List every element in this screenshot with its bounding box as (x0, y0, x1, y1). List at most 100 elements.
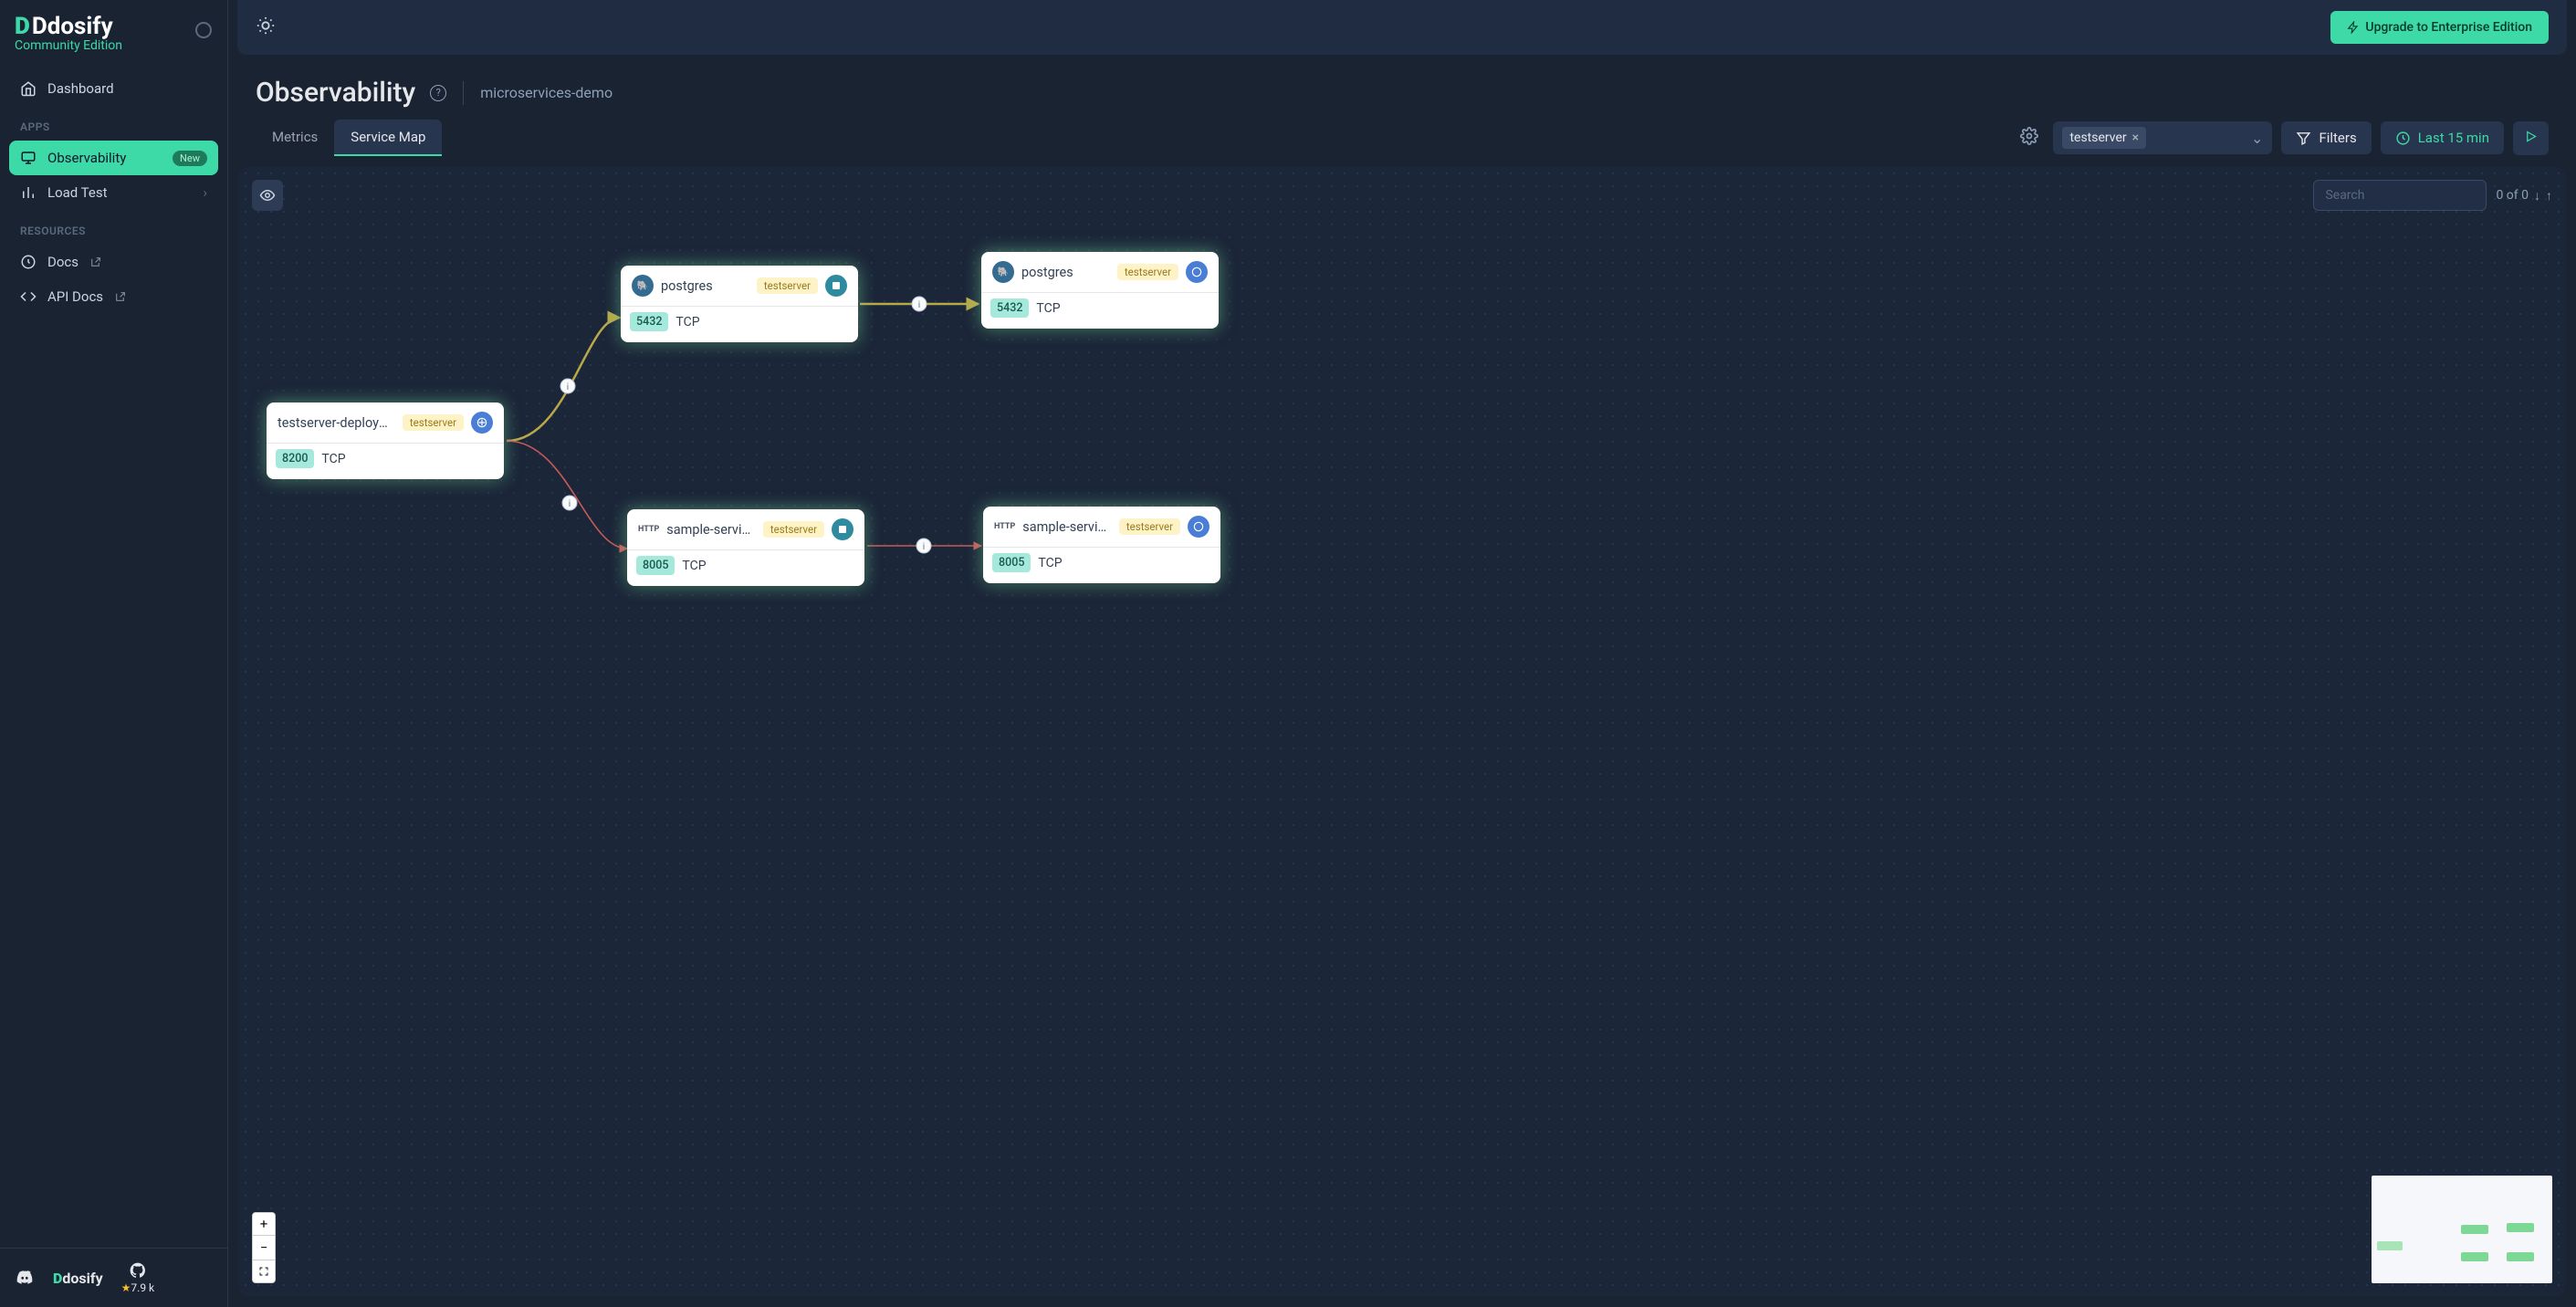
arrow-down-icon[interactable]: ↓ (2534, 188, 2540, 204)
node-namespace: testserver (403, 414, 464, 431)
nav: Dashboard APPS Observability New Load Te… (0, 60, 227, 1248)
arrow-up-icon[interactable]: ↑ (2546, 188, 2552, 204)
brand-edition: Community Edition (15, 38, 213, 53)
settings-button[interactable] (2015, 121, 2044, 154)
time-range-button[interactable]: Last 15 min (2381, 121, 2504, 154)
github-icon (129, 1261, 147, 1280)
footer-logo[interactable]: Ddosify (53, 1270, 103, 1287)
nav-docs[interactable]: Docs (9, 245, 218, 279)
namespace-select[interactable]: testserver × ⌄ (2053, 121, 2272, 154)
brand-name: Ddosify (32, 13, 113, 40)
node-sample-service-1[interactable]: HTTP sample-service-curr... testserver 8… (627, 509, 864, 586)
svg-text:i: i (567, 382, 569, 392)
github-stars: 7.9 k (131, 1281, 154, 1294)
nav-dashboard-label: Dashboard (47, 80, 114, 97)
page-header: Observability ? microservices-demo (228, 55, 2576, 116)
time-range-label: Last 15 min (2418, 130, 2489, 146)
theme-toggle[interactable] (256, 16, 276, 39)
external-link-icon (89, 256, 101, 268)
node-title: postgres (1021, 265, 1110, 280)
service-icon (832, 518, 853, 540)
clock-icon (2395, 131, 2411, 146)
zoom-in-button[interactable]: + (252, 1212, 276, 1236)
node-port: 8005 (992, 553, 1031, 572)
chevron-down-icon: ⌄ (2251, 130, 2263, 147)
node-protocol: TCP (1038, 556, 1062, 570)
upgrade-label: Upgrade to Enterprise Edition (2365, 20, 2532, 35)
status-indicator-icon (195, 22, 212, 38)
tabs: Metrics Service Map (256, 120, 442, 156)
nav-section-apps: APPS (9, 106, 218, 141)
http-icon: HTTP (994, 522, 1015, 531)
namespace-chip-label: testserver (2069, 131, 2126, 145)
book-icon (20, 254, 37, 270)
node-protocol: TCP (682, 559, 706, 573)
controls-bar: Metrics Service Map testserver × ⌄ Filte… (228, 116, 2576, 167)
node-title: testserver-deployme... (277, 415, 395, 431)
nav-api-docs-label: API Docs (47, 288, 103, 305)
node-namespace: testserver (1119, 518, 1180, 535)
nav-api-docs[interactable]: API Docs (9, 279, 218, 314)
external-link-icon (114, 291, 126, 303)
minimap[interactable] (2372, 1176, 2552, 1283)
chevron-right-icon: › (203, 184, 207, 201)
graph-layer: i i i i testserver-d (239, 167, 2565, 1296)
graph-edges: i i i i (239, 167, 2565, 1296)
badge-new: New (173, 151, 207, 166)
node-testserver-deployment[interactable]: testserver-deployme... testserver 8200 T… (267, 403, 504, 479)
breadcrumb: microservices-demo (480, 84, 613, 101)
search-counter: 0 of 0 ↓ ↑ (2496, 188, 2552, 204)
discord-icon[interactable] (15, 1268, 35, 1288)
nav-observability[interactable]: Observability New (9, 141, 218, 175)
node-port: 8005 (636, 556, 675, 575)
sidebar: DDdosify Community Edition Dashboard APP… (0, 0, 228, 1307)
zoom-controls: + − (252, 1212, 276, 1283)
node-port: 5432 (630, 312, 668, 331)
topbar: Upgrade to Enterprise Edition (237, 0, 2567, 55)
sun-icon (256, 16, 276, 36)
brand-logo: DDdosify (15, 13, 213, 40)
node-title: postgres (661, 278, 749, 294)
nav-load-test[interactable]: Load Test › (9, 175, 218, 210)
nav-observability-label: Observability (47, 150, 126, 166)
sidebar-footer: Ddosify ★7.9 k (0, 1248, 227, 1307)
nav-load-test-label: Load Test (47, 184, 108, 201)
tab-metrics[interactable]: Metrics (256, 120, 334, 156)
refresh-button[interactable] (2513, 121, 2549, 155)
service-map-canvas[interactable]: 0 of 0 ↓ ↑ i (239, 167, 2565, 1296)
page-title: Observability (256, 77, 415, 109)
zoom-fit-button[interactable] (252, 1260, 276, 1283)
github-link[interactable]: ★7.9 k (121, 1261, 154, 1294)
zap-icon (2347, 21, 2360, 34)
postgres-icon: 🐘 (992, 261, 1014, 283)
node-port: 8200 (276, 449, 314, 468)
nav-docs-label: Docs (47, 254, 79, 270)
visibility-toggle[interactable] (252, 180, 283, 211)
node-postgres-2[interactable]: 🐘 postgres testserver 5432 TCP (981, 252, 1219, 329)
deploy-icon (1186, 261, 1208, 283)
node-namespace: testserver (757, 277, 818, 294)
nav-dashboard[interactable]: Dashboard (9, 71, 218, 106)
service-icon (825, 275, 847, 297)
canvas-toolbar: 0 of 0 ↓ ↑ (252, 180, 2552, 211)
play-icon (2524, 130, 2538, 143)
deploy-icon (471, 412, 493, 434)
fullscreen-icon (258, 1266, 269, 1277)
node-sample-service-2[interactable]: HTTP sample-service-curr... testserver 8… (983, 507, 1220, 583)
svg-text:i: i (923, 542, 925, 552)
upgrade-button[interactable]: Upgrade to Enterprise Edition (2330, 11, 2549, 44)
nav-section-resources: RESOURCES (9, 210, 218, 245)
zoom-out-button[interactable]: − (252, 1236, 276, 1260)
code-icon (20, 288, 37, 305)
node-title: sample-service-curr... (666, 522, 756, 538)
node-postgres-1[interactable]: 🐘 postgres testserver 5432 TCP (621, 266, 858, 342)
node-protocol: TCP (321, 452, 345, 466)
search-counter-text: 0 of 0 (2496, 188, 2529, 203)
canvas-search-input[interactable] (2313, 180, 2487, 211)
node-protocol: TCP (1036, 301, 1060, 316)
help-icon[interactable]: ? (430, 85, 446, 101)
filters-button[interactable]: Filters (2281, 121, 2371, 154)
namespace-chip: testserver × (2062, 127, 2146, 149)
chip-remove-icon[interactable]: × (2132, 131, 2139, 145)
tab-service-map[interactable]: Service Map (334, 120, 442, 156)
